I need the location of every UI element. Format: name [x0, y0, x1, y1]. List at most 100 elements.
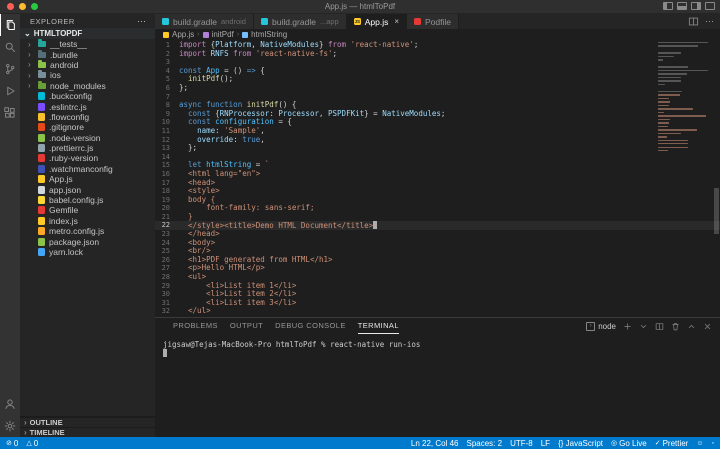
split-editor-icon[interactable]	[688, 16, 699, 27]
chevron-down-icon[interactable]	[639, 322, 648, 331]
plus-icon[interactable]	[623, 322, 632, 331]
panel-tab-debug-console[interactable]: DEBUG CONSOLE	[275, 318, 346, 334]
run-debug-icon[interactable]	[4, 85, 16, 97]
tree-item-folder[interactable]: › node_modules	[20, 80, 155, 91]
code-line[interactable]: 24 <body>	[155, 238, 720, 248]
code-line[interactable]: 6 };	[155, 83, 720, 93]
toggle-sidebar-icon[interactable]	[663, 2, 673, 10]
window-controls[interactable]	[7, 3, 38, 10]
sidebar-section-outline[interactable]: › OUTLINE	[20, 417, 155, 427]
panel-tab-output[interactable]: OUTPUT	[230, 318, 263, 334]
code-line[interactable]: 20 font-family: sans-serif;	[155, 203, 720, 213]
code-line[interactable]: 32 </ul>	[155, 307, 720, 316]
code-line[interactable]: 12 override: true,	[155, 135, 720, 145]
minimize-window-button[interactable]	[19, 3, 26, 10]
activity-files-icon[interactable]	[0, 14, 20, 36]
code-line[interactable]: 18 <style>	[155, 186, 720, 196]
status-warning-icon[interactable]: △ 0	[26, 439, 38, 448]
panel-tab-terminal[interactable]: TERMINAL	[357, 318, 399, 334]
breadcrumb-item[interactable]: initPdf	[212, 30, 234, 39]
tree-item-file[interactable]: .ruby-version	[20, 153, 155, 163]
code-line[interactable]: 16 <html lang="en">	[155, 169, 720, 179]
toggle-secondary-sidebar-icon[interactable]	[691, 2, 701, 10]
code-line[interactable]: 22 </style><title>Demo HTML Document</ti…	[155, 220, 720, 231]
breadcrumb-item[interactable]: App.js	[172, 30, 194, 39]
code-line[interactable]: 5 initPdf();	[155, 75, 720, 84]
code-line[interactable]: 2 import RNFS from 'react-native-fs';	[155, 49, 720, 59]
tree-item-file[interactable]: package.json	[20, 236, 155, 247]
status-error-circle-icon[interactable]: ⊘ 0	[6, 439, 18, 448]
tree-item-file[interactable]: .node-version	[20, 133, 155, 143]
code-line[interactable]: 27 <p>Hello HTML</p>	[155, 264, 720, 273]
close-icon[interactable]	[703, 322, 712, 331]
status-feedback-icon[interactable]: ☺	[696, 440, 703, 447]
breadcrumb-item[interactable]: htmlString	[251, 30, 287, 39]
terminal[interactable]: jigsaw@Tejas-MacBook-Pro htmlToPdf % rea…	[155, 334, 720, 437]
editor-tab[interactable]: Podfile	[407, 14, 459, 29]
extensions-icon[interactable]	[4, 107, 16, 119]
editor-tab[interactable]: build.gradle android	[155, 14, 254, 29]
trash-icon[interactable]	[671, 322, 680, 331]
activity-extensions-icon[interactable]	[0, 102, 20, 124]
status-item[interactable]: LF	[541, 439, 550, 448]
status-item[interactable]: Ln 22, Col 46	[411, 439, 459, 448]
tree-item-file[interactable]: .gitignore	[20, 122, 155, 132]
tree-item-file[interactable]: app.json	[20, 184, 155, 195]
tree-item-folder[interactable]: › android	[20, 59, 155, 70]
tree-item-file[interactable]: Gemfile	[20, 205, 155, 215]
toggle-panel-icon[interactable]	[677, 2, 687, 10]
tree-item-file[interactable]: .buckconfig	[20, 91, 155, 101]
chevron-up-icon[interactable]	[687, 322, 696, 331]
tree-item-file[interactable]: .watchmanconfig	[20, 164, 155, 174]
status-item[interactable]: {} JavaScript	[558, 439, 603, 448]
sidebar-section-timeline[interactable]: › TIMELINE	[20, 427, 155, 437]
terminal-shell-selector[interactable]: › node	[586, 321, 616, 331]
tree-item-folder[interactable]: › __tests__	[20, 39, 155, 49]
close-tab-icon[interactable]: ×	[394, 17, 399, 26]
status-item[interactable]: ✓ Prettier	[655, 439, 689, 448]
activity-account-icon[interactable]	[0, 393, 20, 415]
activity-source-control-icon[interactable]	[0, 58, 20, 80]
editor-tab[interactable]: JS App.js ×	[346, 14, 407, 29]
status-bell-icon[interactable]: ◦	[712, 440, 714, 447]
tree-item-file[interactable]: yarn.lock	[20, 247, 155, 257]
code-line[interactable]: 17 <head>	[155, 178, 720, 188]
panel-tab-problems[interactable]: PROBLEMS	[173, 318, 218, 334]
tree-item-folder[interactable]: › .bundle	[20, 49, 155, 60]
customize-layout-icon[interactable]	[705, 2, 715, 10]
workspace-root-folder[interactable]: ⌄ HTMLTOPDF	[20, 28, 155, 39]
split-terminal-icon[interactable]	[655, 322, 664, 331]
source-control-icon[interactable]	[4, 63, 16, 75]
settings-gear-icon[interactable]	[4, 420, 16, 432]
tree-item-file[interactable]: App.js	[20, 174, 155, 184]
status-item[interactable]: Spaces: 2	[466, 439, 502, 448]
account-icon[interactable]	[4, 398, 16, 410]
tree-item-file[interactable]: metro.config.js	[20, 226, 155, 236]
activity-settings-gear-icon[interactable]	[0, 415, 20, 437]
code-line[interactable]: 13 };	[155, 143, 720, 153]
tree-item-file[interactable]: .eslintrc.js	[20, 101, 155, 112]
tree-item-file[interactable]: babel.config.js	[20, 195, 155, 205]
editor-tab[interactable]: build.gradle ...app	[253, 14, 347, 29]
activity-search-icon[interactable]	[0, 36, 20, 58]
close-window-button[interactable]	[7, 3, 14, 10]
code-line[interactable]: 31 <li>List item 3</li>	[155, 298, 720, 308]
code-editor[interactable]: 1 import {Platform, NativeModules} from …	[155, 40, 720, 317]
minimap[interactable]	[658, 42, 710, 154]
code-line[interactable]: 23 </head>	[155, 229, 720, 239]
code-line[interactable]: 4 const App = () => {	[155, 66, 720, 76]
tree-item-folder[interactable]: › ios	[20, 70, 155, 80]
maximize-window-button[interactable]	[31, 3, 38, 10]
editor-more-actions-icon[interactable]: ⋯	[705, 16, 715, 27]
search-icon[interactable]	[4, 41, 16, 53]
line-number: 27	[161, 264, 170, 273]
status-item[interactable]: ◎ Go Live	[611, 439, 647, 448]
activity-run-debug-icon[interactable]	[0, 80, 20, 102]
files-icon[interactable]	[5, 19, 17, 31]
editor-scrollbar[interactable]	[713, 40, 720, 317]
explorer-more-actions-icon[interactable]: ⋯	[137, 16, 147, 27]
tree-item-file[interactable]: index.js	[20, 216, 155, 226]
status-item[interactable]: UTF-8	[510, 439, 533, 448]
tree-item-file[interactable]: .prettierrc.js	[20, 143, 155, 153]
tree-item-file[interactable]: .flowconfig	[20, 112, 155, 122]
